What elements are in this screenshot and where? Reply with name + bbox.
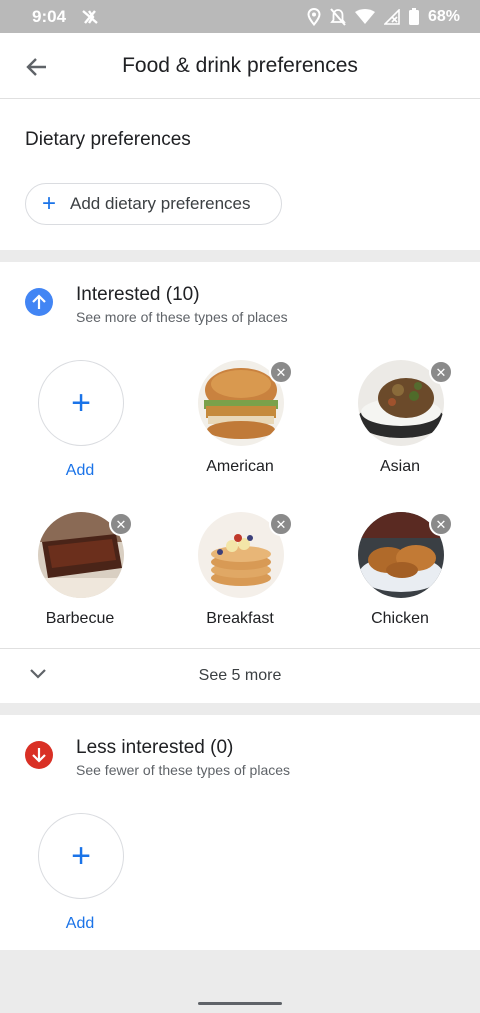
- remove-barbecue-button[interactable]: ✕: [109, 512, 133, 536]
- arrow-up-icon: [25, 288, 53, 316]
- plus-icon: +: [42, 190, 57, 217]
- add-label[interactable]: Add: [10, 462, 150, 480]
- add-circle[interactable]: +: [38, 360, 124, 446]
- interested-subtitle: See more of these types of places: [76, 309, 288, 325]
- interested-card: Interested (10) See more of these types …: [0, 262, 480, 703]
- add-dietary-label: Add dietary preferences: [70, 194, 251, 213]
- location-icon: [307, 7, 321, 26]
- see-more-label: See 5 more: [198, 667, 282, 684]
- home-gesture-handle[interactable]: [198, 1002, 282, 1005]
- close-icon: ✕: [275, 516, 287, 532]
- dietary-title: Dietary preferences: [25, 129, 191, 150]
- navigation-bar: [0, 994, 480, 1013]
- less-interested-card: Less interested (0) See fewer of these t…: [0, 715, 480, 950]
- app-bar: Food & drink preferences: [0, 33, 480, 99]
- page-title: Food & drink preferences: [122, 53, 358, 77]
- close-icon: ✕: [435, 516, 447, 532]
- chevron-down-icon: [30, 669, 46, 679]
- add-dietary-preferences-button[interactable]: + Add dietary preferences: [25, 183, 282, 225]
- back-button[interactable]: [22, 52, 52, 82]
- cuisine-label: Breakfast: [206, 610, 274, 627]
- cuisine-label: American: [206, 458, 274, 475]
- cell-signal-icon: [383, 8, 400, 25]
- arrow-back-icon: [26, 58, 46, 76]
- close-icon: ✕: [275, 364, 287, 380]
- remove-breakfast-button[interactable]: ✕: [269, 512, 293, 536]
- close-icon: ✕: [115, 516, 127, 532]
- remove-american-button[interactable]: ✕: [269, 360, 293, 384]
- remove-chicken-button[interactable]: ✕: [429, 512, 453, 536]
- dietary-preferences-card: Dietary preferences + Add dietary prefer…: [0, 99, 480, 250]
- plus-icon: +: [71, 836, 91, 875]
- plus-icon: +: [71, 383, 91, 422]
- see-more-button[interactable]: See 5 more: [0, 648, 480, 703]
- add-circle[interactable]: +: [38, 813, 124, 899]
- cuisine-label: Chicken: [371, 610, 429, 627]
- mute-icon: [330, 7, 346, 26]
- less-interested-title: Less interested (0): [76, 737, 234, 758]
- less-interested-subtitle: See fewer of these types of places: [76, 762, 291, 778]
- cuisine-label: Barbecue: [45, 610, 115, 627]
- no-signal-icon: [80, 8, 100, 26]
- status-time: 9:04: [32, 6, 67, 26]
- add-label[interactable]: Add: [10, 915, 150, 933]
- interested-title: Interested (10): [76, 284, 200, 305]
- cuisine-label: Asian: [379, 458, 421, 475]
- battery-icon: [408, 8, 419, 25]
- arrow-down-icon: [25, 741, 53, 769]
- status-bar: 9:04 68%: [0, 0, 480, 33]
- wifi-icon: [354, 8, 375, 25]
- battery-percentage: 68%: [427, 7, 460, 25]
- close-icon: ✕: [435, 364, 447, 380]
- remove-asian-button[interactable]: ✕: [429, 360, 453, 384]
